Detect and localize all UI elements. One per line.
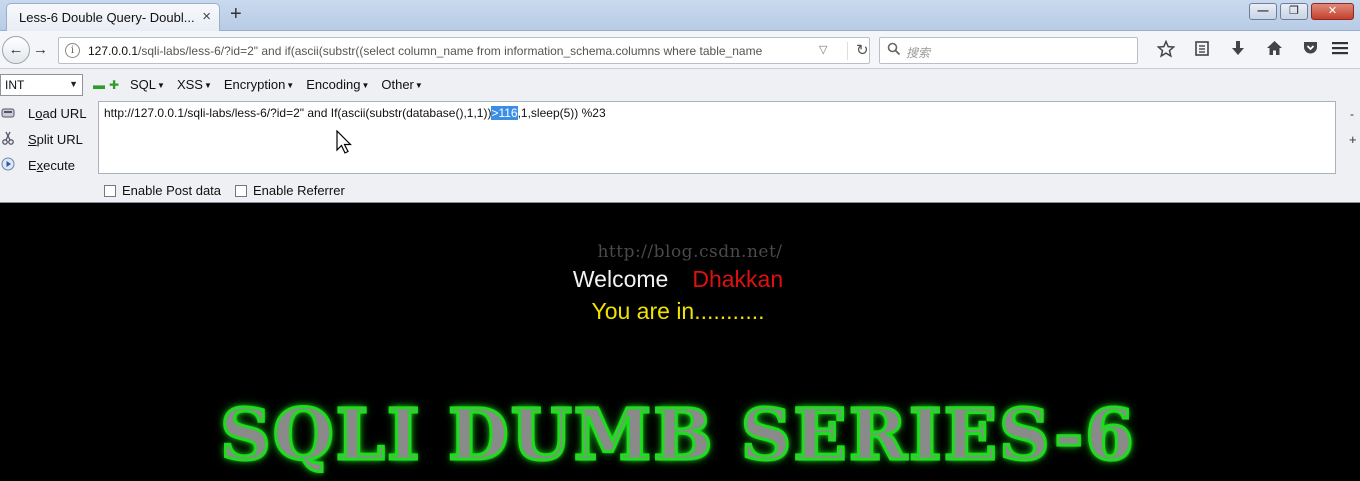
- close-window-button[interactable]: ✕: [1311, 3, 1354, 20]
- menu-encoding-label: Encoding: [306, 77, 361, 92]
- maximize-button[interactable]: ❐: [1280, 3, 1308, 20]
- hamburger-menu-icon[interactable]: [1326, 39, 1354, 61]
- reload-icon[interactable]: ↻: [847, 42, 869, 60]
- tab-close-icon[interactable]: ×: [202, 8, 211, 25]
- watermark-text: http://blog.csdn.net/: [597, 242, 783, 262]
- increment-icon[interactable]: ✚: [109, 78, 119, 92]
- status-message: You are in...........: [591, 298, 765, 324]
- menu-xss[interactable]: XSS▼: [177, 77, 212, 92]
- play-icon: [1, 157, 15, 171]
- scissors-icon: [2, 131, 14, 145]
- series-banner: SQLI DUMB SERIES-6: [219, 392, 1136, 478]
- maximize-icon: ❐: [1289, 5, 1299, 17]
- user-name: Dhakkan: [692, 266, 784, 292]
- query-textarea[interactable]: http://127.0.0.1/sqli-labs/less-6/?id=2"…: [98, 101, 1336, 174]
- search-bar[interactable]: 搜索: [879, 37, 1138, 64]
- caret-icon: ▼: [286, 81, 295, 91]
- menu-sql-label: SQL: [130, 77, 157, 92]
- minimize-icon: —: [1257, 5, 1269, 17]
- history-dropdown-icon[interactable]: ▽: [819, 43, 827, 56]
- reading-list-icon[interactable]: [1184, 40, 1220, 60]
- toolbar-icons: [1148, 39, 1328, 60]
- star-icon[interactable]: [1148, 39, 1184, 60]
- caret-icon: ▼: [203, 81, 212, 91]
- mouse-pointer-icon: [336, 130, 352, 154]
- execute-label: Execute: [28, 158, 75, 173]
- menu-other-label: Other: [381, 77, 414, 92]
- back-button[interactable]: ←: [2, 36, 30, 64]
- execute-button[interactable]: Execute: [0, 154, 98, 176]
- chevron-down-icon: ▼: [69, 79, 78, 89]
- tab-title: Less-6 Double Query- Doubl...: [19, 10, 195, 25]
- caret-icon: ▼: [361, 81, 370, 91]
- enable-post-label: Enable Post data: [122, 183, 222, 198]
- hackbar-panel: INT ▼ ▬ ✚ SQL▼ XSS▼ Encryption▼ Encoding…: [0, 69, 1360, 203]
- enable-referrer-checkbox[interactable]: Enable Referrer: [235, 183, 345, 198]
- checkbox-box[interactable]: [104, 184, 116, 197]
- caret-icon: ▼: [157, 81, 165, 91]
- welcome-text: Welcome: [572, 266, 669, 292]
- arrow-right-icon: →: [33, 41, 48, 58]
- menu-encryption-label: Encryption: [223, 77, 286, 92]
- enable-referrer-label: Enable Referrer: [253, 183, 345, 198]
- navigation-toolbar: ← → i 127.0.0.1/sqli-labs/less-6/?id=2" …: [0, 31, 1360, 69]
- query-text: http://127.0.0.1/sqli-labs/less-6/?id=2"…: [104, 106, 606, 120]
- arrow-left-icon: ←: [8, 41, 24, 58]
- hackbar-menu: SQL▼ XSS▼ Encryption▼ Encoding▼ Other▼: [130, 77, 423, 92]
- info-icon[interactable]: i: [65, 43, 80, 58]
- split-url-label: Split URL: [28, 132, 83, 147]
- new-tab-button[interactable]: +: [230, 3, 242, 25]
- load-url-icon: [1, 108, 15, 118]
- url-host: 127.0.0.1: [88, 44, 139, 58]
- shrink-icon[interactable]: -: [1350, 107, 1354, 121]
- checkbox-box[interactable]: [235, 184, 247, 197]
- expand-icon[interactable]: +: [1349, 132, 1357, 147]
- url-bar[interactable]: i 127.0.0.1/sqli-labs/less-6/?id=2" and …: [58, 37, 870, 64]
- page-content: http://blog.csdn.net/ Welcome Dhakkan You…: [0, 203, 1360, 481]
- menu-sql[interactable]: SQL▼: [130, 77, 165, 92]
- forward-button[interactable]: →: [33, 41, 48, 58]
- search-icon: [887, 42, 901, 56]
- menu-other[interactable]: Other▼: [381, 77, 422, 92]
- enable-post-checkbox[interactable]: Enable Post data: [104, 183, 221, 198]
- caret-icon: ▼: [414, 81, 423, 91]
- load-url-label: Load URL: [28, 106, 87, 121]
- home-icon[interactable]: [1256, 40, 1292, 60]
- minimize-button[interactable]: —: [1249, 3, 1277, 20]
- tab-less-6[interactable]: Less-6 Double Query- Doubl... ×: [6, 3, 220, 31]
- pocket-icon[interactable]: [1292, 40, 1328, 60]
- decrement-icon[interactable]: ▬: [93, 78, 105, 92]
- search-placeholder: 搜索: [906, 46, 931, 60]
- select-value: INT: [5, 78, 25, 92]
- menu-encryption[interactable]: Encryption▼: [224, 77, 294, 92]
- menu-encoding[interactable]: Encoding▼: [306, 77, 369, 92]
- url-text[interactable]: 127.0.0.1/sqli-labs/less-6/?id=2" and if…: [88, 44, 828, 58]
- tab-strip: Less-6 Double Query- Doubl... × + — ❐ ✕: [0, 0, 1360, 31]
- injection-type-select[interactable]: INT ▼: [0, 74, 83, 96]
- window-controls: — ❐ ✕: [1249, 3, 1354, 20]
- menu-xss-label: XSS: [176, 77, 203, 92]
- selected-text: >116: [491, 106, 518, 120]
- download-icon[interactable]: [1220, 40, 1256, 60]
- close-icon: ✕: [1327, 5, 1338, 17]
- load-url-button[interactable]: Load URL: [0, 102, 98, 124]
- welcome-line: Welcome Dhakkan: [0, 266, 1356, 293]
- url-path: /sqli-labs/less-6/?id=2" and if(ascii(su…: [138, 44, 763, 58]
- split-url-button[interactable]: Split URL: [0, 128, 98, 150]
